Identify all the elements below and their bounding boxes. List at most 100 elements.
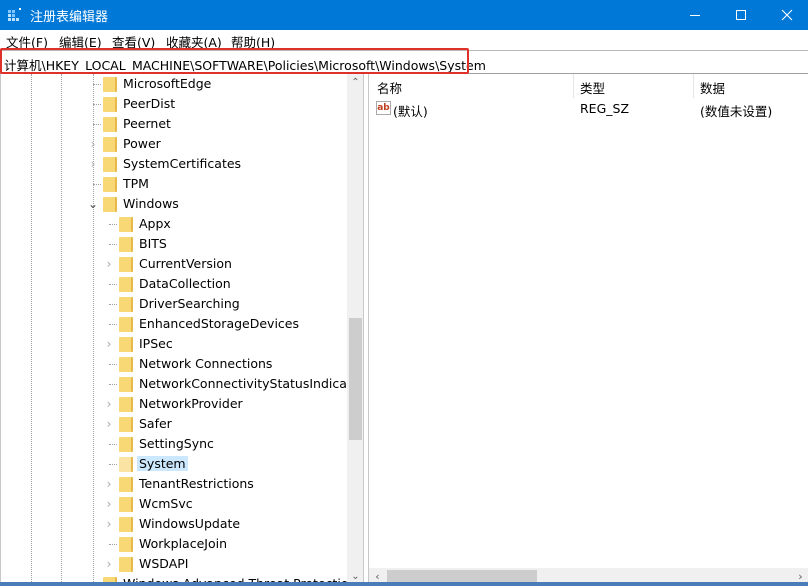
tree-item[interactable]: Peernet: [1, 114, 345, 134]
tree-item[interactable]: › Power: [1, 134, 345, 154]
tree-item-label: TenantRestrictions: [139, 476, 254, 491]
folder-icon: [103, 157, 117, 172]
tree-item[interactable]: DataCollection: [1, 274, 345, 294]
chevron-right-icon[interactable]: ›: [103, 336, 115, 352]
tree-item[interactable]: NetworkConnectivityStatusIndicator: [1, 374, 363, 394]
tree-item-label: CurrentVersion: [139, 256, 232, 271]
close-button[interactable]: [764, 0, 808, 30]
column-header-type[interactable]: 类型: [580, 78, 605, 97]
title-bar: 注册表编辑器: [0, 0, 808, 30]
chevron-right-icon[interactable]: ›: [87, 136, 99, 152]
folder-icon: [119, 477, 133, 492]
maximize-button[interactable]: [718, 0, 764, 30]
minimize-icon: [690, 15, 700, 16]
tree-item-label: NetworkProvider: [139, 396, 243, 411]
column-header-data[interactable]: 数据: [700, 78, 725, 97]
tree-item[interactable]: › CurrentVersion: [1, 254, 345, 274]
window-title: 注册表编辑器: [30, 10, 109, 25]
tree-connector: [109, 384, 117, 385]
folder-icon: [119, 517, 133, 532]
column-header-name[interactable]: 名称: [377, 78, 402, 97]
tree-item-label: IPSec: [139, 336, 173, 351]
value-type: REG_SZ: [580, 101, 630, 116]
tree-item[interactable]: › WindowsUpdate: [1, 514, 345, 534]
chevron-right-icon[interactable]: ›: [103, 256, 115, 272]
folder-icon: [103, 137, 117, 152]
folder-icon: [119, 237, 133, 252]
tree-item[interactable]: › IPSec: [1, 334, 345, 354]
tree-item[interactable]: System: [1, 454, 345, 474]
folder-icon: [103, 177, 117, 192]
tree-item[interactable]: › WSDAPI: [1, 554, 345, 574]
tree-item[interactable]: › Safer: [1, 414, 345, 434]
tree-item[interactable]: WorkplaceJoin: [1, 534, 345, 554]
column-separator[interactable]: [573, 74, 574, 98]
tree-item[interactable]: ⌄ Windows: [1, 194, 345, 214]
tree-connector: [109, 444, 117, 445]
folder-icon: [119, 497, 133, 512]
tree-item-label: EnhancedStorageDevices: [139, 316, 299, 331]
chevron-right-icon[interactable]: ›: [103, 416, 115, 432]
tree-item-label: TPM: [123, 176, 149, 191]
tree-item[interactable]: EnhancedStorageDevices: [1, 314, 345, 334]
folder-icon: [119, 457, 133, 472]
folder-icon: [119, 377, 133, 392]
tree-item[interactable]: MicrosoftEdge: [1, 74, 345, 94]
tree-item[interactable]: SettingSync: [1, 434, 345, 454]
chevron-right-icon[interactable]: ›: [103, 556, 115, 572]
folder-icon: [119, 277, 133, 292]
tree-connector: [109, 244, 117, 245]
tree-item-label: BITS: [139, 236, 167, 251]
chevron-right-icon[interactable]: ›: [103, 396, 115, 412]
folder-icon: [119, 217, 133, 232]
tree-item-label: MicrosoftEdge: [123, 76, 212, 91]
menu-favorites[interactable]: 收藏夹(A): [166, 32, 222, 51]
close-icon: [781, 9, 793, 21]
chevron-right-icon[interactable]: ›: [103, 476, 115, 492]
chevron-right-icon[interactable]: ›: [103, 516, 115, 532]
tree-connector: [93, 84, 101, 85]
chevron-down-icon[interactable]: ⌄: [87, 196, 99, 212]
menu-view[interactable]: 查看(V): [112, 32, 155, 51]
folder-icon: [119, 397, 133, 412]
tree-connector: [109, 304, 117, 305]
tree-item[interactable]: › NetworkProvider: [1, 394, 345, 414]
registry-tree[interactable]: MicrosoftEdge PeerDist Peernet › Power › Syste…: [0, 74, 364, 586]
chevron-right-icon[interactable]: ›: [87, 156, 99, 172]
tree-item[interactable]: Appx: [1, 214, 345, 234]
tree-connector: [109, 284, 117, 285]
folder-icon: [103, 97, 117, 112]
tree-item[interactable]: › TenantRestrictions: [1, 474, 345, 494]
column-separator[interactable]: [693, 74, 694, 98]
tree-item-label: SettingSync: [139, 436, 214, 451]
tree-vertical-scrollbar[interactable]: ⌃ ⌄: [347, 74, 363, 586]
tree-connector: [109, 224, 117, 225]
tree-item[interactable]: › SystemCertificates: [1, 154, 345, 174]
tree-item-label: NetworkConnectivityStatusIndicator: [139, 376, 364, 391]
folder-icon: [119, 357, 133, 372]
tree-connector: [93, 184, 101, 185]
address-path[interactable]: 计算机\HKEY_LOCAL_MACHINE\SOFTWARE\Policies…: [4, 55, 486, 74]
chevron-right-icon[interactable]: ›: [103, 496, 115, 512]
tree-connector: [109, 464, 117, 465]
tree-item[interactable]: Network Connections: [1, 354, 345, 374]
tree-item[interactable]: PeerDist: [1, 94, 345, 114]
value-row[interactable]: ab (默认) REG_SZ (数值未设置): [369, 98, 808, 119]
menu-edit[interactable]: 编辑(E): [59, 32, 102, 51]
tree-connector: [109, 364, 117, 365]
tree-item[interactable]: DriverSearching: [1, 294, 345, 314]
menu-file[interactable]: 文件(F): [6, 32, 48, 51]
tree-item[interactable]: BITS: [1, 234, 345, 254]
tree-item-label: Windows: [123, 196, 179, 211]
scroll-up-icon[interactable]: ⌃: [347, 74, 363, 91]
tree-item[interactable]: › WcmSvc: [1, 494, 345, 514]
minimize-button[interactable]: [672, 0, 718, 30]
folder-icon: [103, 197, 117, 212]
tree-item[interactable]: TPM: [1, 174, 345, 194]
folder-icon: [119, 257, 133, 272]
tree-scroll-thumb[interactable]: [349, 318, 362, 440]
folder-icon: [103, 117, 117, 132]
address-bar[interactable]: 计算机\HKEY_LOCAL_MACHINE\SOFTWARE\Policies…: [0, 50, 808, 74]
values-list[interactable]: 名称 类型 数据 ab (默认) REG_SZ (数值未设置) ‹ ›: [368, 74, 808, 586]
menu-help[interactable]: 帮助(H): [231, 32, 275, 51]
